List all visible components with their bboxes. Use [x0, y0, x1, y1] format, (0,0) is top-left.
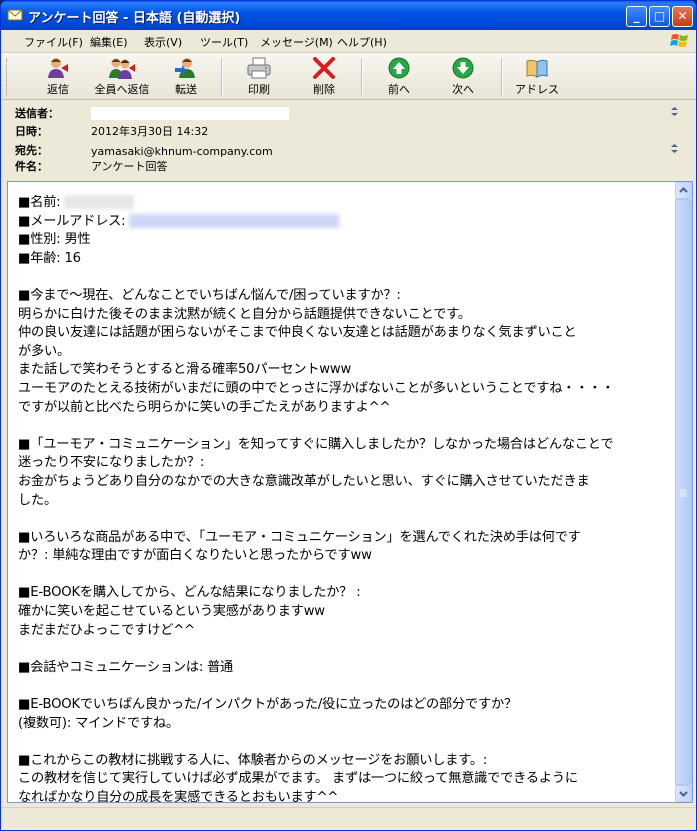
minimize-button[interactable]: _: [626, 6, 647, 27]
print-label: 印刷: [248, 83, 270, 96]
next-label: 次へ: [452, 83, 474, 96]
to-label: 宛先：: [15, 144, 48, 157]
title-bar[interactable]: アンケート回答 - 日本語 (自動選択) _ □ ✕: [1, 1, 696, 30]
toolbar-separator: [361, 58, 363, 96]
reply-all-button[interactable]: 全員へ返信: [91, 56, 153, 97]
date-label: 日時：: [15, 125, 48, 138]
status-bar: [1, 807, 696, 830]
next-button[interactable]: 次へ: [448, 56, 478, 97]
maximize-button[interactable]: □: [649, 6, 670, 27]
from-field: [91, 107, 289, 120]
subject-value: アンケート回答: [91, 160, 168, 173]
scroll-up-button[interactable]: [675, 182, 692, 199]
grip-icon: [680, 489, 687, 497]
toolbar-separator: [501, 58, 503, 96]
print-button[interactable]: 印刷: [243, 56, 275, 97]
name-label: ■名前:: [18, 195, 61, 210]
menu-view[interactable]: 表示(V): [144, 34, 182, 50]
reply-icon: [48, 58, 68, 78]
to-value: yamasaki@khnum-company.com: [91, 145, 273, 158]
windows-logo-icon: [670, 34, 688, 47]
reply-button[interactable]: 返信: [43, 56, 73, 97]
forward-icon: [175, 58, 195, 78]
envelope-icon: [7, 9, 23, 21]
address-button[interactable]: アドレス: [515, 56, 559, 97]
scroll-thumb[interactable]: [675, 199, 692, 785]
reply-label: 返信: [47, 83, 69, 96]
message-body[interactable]: ■名前: ■メールアドレス: ■性別: 男性 ■年齢: 16 ■今まで～現在、ど…: [7, 181, 693, 805]
date-value: 2012年3月30日 14:32: [91, 125, 209, 138]
message-content: ■性別: 男性 ■年齢: 16 ■今まで～現在、どんなことでいちばん悩んで/困っ…: [18, 232, 615, 805]
header-scroll-icon[interactable]: [667, 141, 682, 156]
toolbar-grip[interactable]: [6, 59, 10, 95]
delete-x-icon: [313, 57, 335, 79]
down-arrow-icon: [452, 57, 474, 79]
address-label: アドレス: [515, 83, 559, 96]
redacted-name: [64, 195, 135, 209]
menu-tools[interactable]: ツール(T): [200, 34, 248, 50]
email-label: ■メールアドレス:: [18, 213, 126, 229]
message-text: ■名前: ■メールアドレス: ■性別: 男性 ■年齢: 16 ■今まで～現在、ど…: [18, 194, 668, 808]
printer-icon: [247, 57, 271, 79]
scroll-down-button[interactable]: [675, 785, 692, 802]
reply-all-icon: [109, 58, 135, 79]
toolbar-separator: [221, 58, 223, 96]
menu-bar: ファイル(F) 編集(E) 表示(V) ツール(T) メッセージ(M) ヘルプ(…: [1, 30, 696, 53]
chevron-up-icon: [679, 187, 688, 193]
redacted-email: [129, 213, 340, 228]
subject-label: 件名：: [15, 160, 48, 173]
close-button[interactable]: ✕: [672, 6, 693, 27]
chevron-down-icon: [679, 791, 688, 797]
forward-label: 転送: [175, 83, 197, 96]
menu-help[interactable]: ヘルプ(H): [337, 34, 387, 50]
menu-message[interactable]: メッセージ(M): [260, 34, 333, 50]
previous-button[interactable]: 前へ: [384, 56, 414, 97]
mail-window: アンケート回答 - 日本語 (自動選択) _ □ ✕ ファイル(F) 編集(E)…: [0, 0, 697, 831]
menu-edit[interactable]: 編集(E): [90, 34, 128, 50]
delete-button[interactable]: 削除: [309, 56, 339, 97]
reply-all-label: 全員へ返信: [94, 83, 150, 96]
forward-button[interactable]: 転送: [171, 56, 201, 97]
window-title: アンケート回答 - 日本語 (自動選択): [28, 11, 241, 26]
up-arrow-icon: [388, 57, 410, 79]
header-scroll-icon[interactable]: [667, 104, 682, 119]
address-book-icon: [526, 59, 548, 78]
previous-label: 前へ: [388, 83, 410, 96]
from-label: 送信者：: [15, 107, 59, 120]
menu-file[interactable]: ファイル(F): [24, 34, 83, 50]
delete-label: 削除: [313, 83, 335, 96]
vertical-scrollbar[interactable]: [675, 182, 692, 802]
